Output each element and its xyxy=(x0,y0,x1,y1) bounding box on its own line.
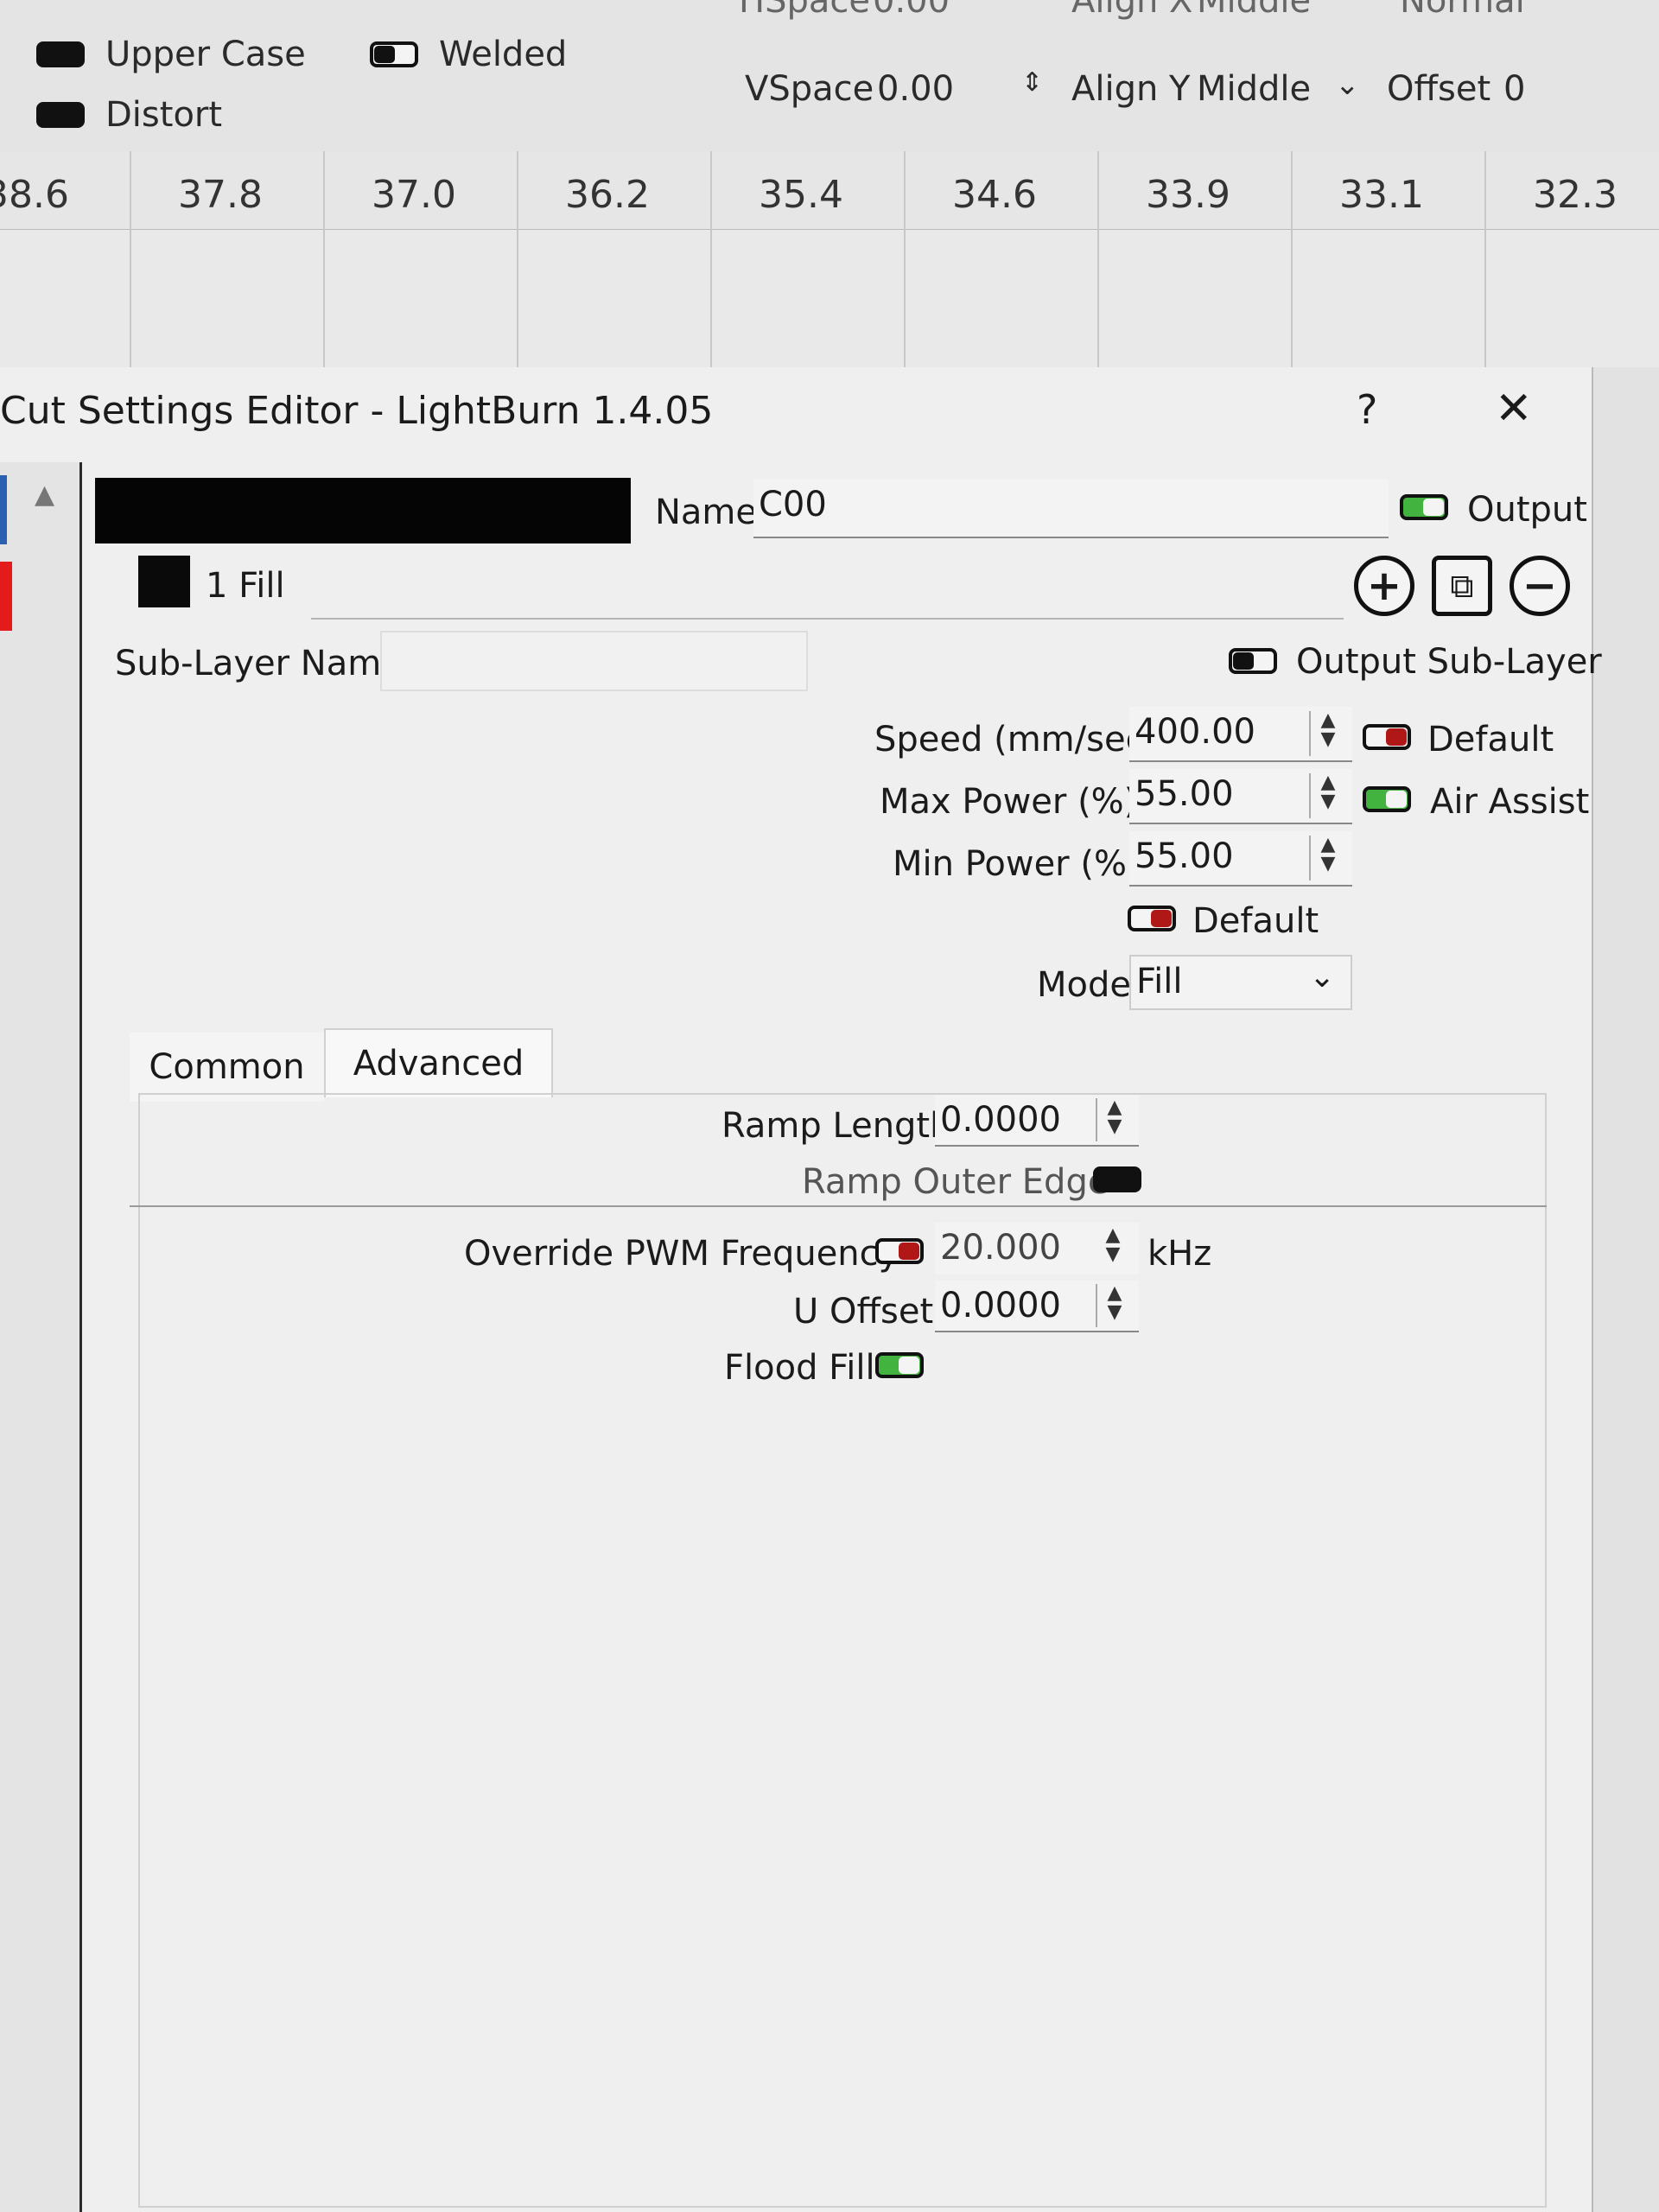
tab-advanced[interactable]: Advanced xyxy=(324,1028,553,1097)
power-default-toggle[interactable] xyxy=(1128,906,1176,931)
offset-value[interactable]: 0 xyxy=(1503,69,1525,109)
upper-case-label: Upper Case xyxy=(105,35,306,74)
chevron-down-icon[interactable]: ⌄ xyxy=(1335,67,1360,102)
grid-line xyxy=(517,151,518,367)
speed-label: Speed (mm/sec) xyxy=(874,720,1159,760)
speed-spinner-icon[interactable]: ▲ ▼ xyxy=(1309,711,1345,756)
section-divider xyxy=(130,1205,1547,1207)
align-y-label: Align Y xyxy=(1071,69,1191,109)
cut-settings-dialog: Cut Settings Editor - LightBurn 1.4.05 ?… xyxy=(0,367,1602,2212)
grid-line xyxy=(323,151,325,367)
ruler-tick-label: 33.1 xyxy=(1339,173,1424,217)
mode-label: Mode xyxy=(1037,965,1131,1005)
ruler-tick-label: 37.8 xyxy=(178,173,263,217)
min-power-spinner-icon[interactable]: ▲ ▼ xyxy=(1309,836,1345,880)
ruler-tick-label: 35.4 xyxy=(759,173,843,217)
normal-select[interactable]: Normal xyxy=(1400,0,1525,21)
sublayer-color-swatch[interactable] xyxy=(138,556,190,607)
offset-label: Offset xyxy=(1387,69,1491,109)
grid-line xyxy=(1291,151,1293,367)
flood-fill-toggle[interactable] xyxy=(875,1352,924,1378)
align-y-value[interactable]: Middle xyxy=(1197,69,1311,109)
align-x-value[interactable]: Middle xyxy=(1197,0,1311,21)
grid-line xyxy=(130,151,131,367)
welded-label: Welded xyxy=(439,35,568,74)
sublayer-name-input[interactable] xyxy=(380,631,808,691)
max-power-spinner-icon[interactable]: ▲ ▼ xyxy=(1309,773,1345,818)
pwm-unit: kHz xyxy=(1147,1234,1212,1274)
close-button[interactable]: ✕ xyxy=(1495,383,1533,435)
output-toggle[interactable] xyxy=(1400,494,1448,520)
hspace-label: HSpace xyxy=(739,0,870,21)
ruler-tick-label: 38.6 xyxy=(0,173,69,217)
ruler-tick-label: 32.3 xyxy=(1533,173,1618,217)
add-sublayer-button[interactable]: + xyxy=(1354,556,1414,616)
layer-list[interactable] xyxy=(0,462,82,2212)
ruler-tick-label: 36.2 xyxy=(565,173,650,217)
speed-default-toggle[interactable] xyxy=(1363,724,1411,750)
canvas-margin xyxy=(1593,367,1659,2212)
min-power-label: Min Power (%) xyxy=(893,844,1141,884)
text-toolbar: HSpace 0.00 Align X Middle Normal Upper … xyxy=(0,0,1659,151)
ruler-tick-label: 37.0 xyxy=(372,173,456,217)
layer-color-swatch[interactable] xyxy=(0,562,12,631)
speed-default-label: Default xyxy=(1427,720,1554,760)
ramp-outer-edge-toggle[interactable] xyxy=(1093,1166,1141,1192)
upper-case-toggle[interactable] xyxy=(36,41,85,67)
pwm-toggle[interactable] xyxy=(875,1238,924,1264)
grid-line xyxy=(1097,151,1099,367)
ramp-length-spinner-icon[interactable]: ▲ ▼ xyxy=(1096,1098,1132,1141)
u-offset-label: U Offset xyxy=(793,1292,934,1332)
pwm-spinner-icon[interactable]: ▲ ▼ xyxy=(1096,1226,1130,1269)
welded-toggle[interactable] xyxy=(370,41,418,67)
vspace-value[interactable]: 0.00 xyxy=(877,69,954,109)
output-sublayer-toggle[interactable] xyxy=(1229,648,1277,674)
sublayer-label[interactable]: 1 Fill xyxy=(206,566,285,606)
hspace-value[interactable]: 0.00 xyxy=(873,0,950,21)
vspace-label: VSpace xyxy=(745,69,874,109)
layer-selection-marker xyxy=(0,475,7,544)
ruler-tick-label: 34.6 xyxy=(952,173,1037,217)
u-offset-spinner-icon[interactable]: ▲ ▼ xyxy=(1096,1284,1132,1327)
air-assist-toggle[interactable] xyxy=(1363,786,1411,812)
align-x-label: Align X xyxy=(1071,0,1193,21)
name-input[interactable]: C00 xyxy=(753,480,1389,538)
name-label: Name xyxy=(655,493,758,532)
sublayer-divider xyxy=(311,618,1344,620)
chevron-down-icon[interactable]: ⌄ xyxy=(1309,959,1335,995)
grid-line xyxy=(1484,151,1486,367)
ruler-tick-label: 33.9 xyxy=(1146,173,1230,217)
grid-line xyxy=(904,151,906,367)
ramp-length-label: Ramp Length xyxy=(721,1106,952,1146)
power-default-label: Default xyxy=(1192,901,1319,941)
max-power-label: Max Power (%) xyxy=(880,782,1138,822)
remove-sublayer-button[interactable]: − xyxy=(1510,556,1570,616)
vspace-spinner-icon[interactable]: ⇕ xyxy=(1021,67,1043,98)
distort-toggle[interactable] xyxy=(36,102,85,128)
canvas-area[interactable] xyxy=(0,230,1659,368)
pwm-label: Override PWM Frequency xyxy=(464,1234,899,1274)
air-assist-label: Air Assist xyxy=(1430,782,1590,822)
dialog-title: Cut Settings Editor - LightBurn 1.4.05 xyxy=(0,389,714,433)
distort-label: Distort xyxy=(105,95,223,135)
tab-common[interactable]: Common xyxy=(130,1033,324,1102)
ramp-outer-edge-label: Ramp Outer Edge xyxy=(802,1162,1109,1202)
scroll-up-icon[interactable]: ▲ xyxy=(35,480,54,510)
copy-sublayer-icon[interactable]: ⧉ xyxy=(1432,556,1492,616)
output-sublayer-label: Output Sub-Layer xyxy=(1296,642,1602,682)
layer-color-bar[interactable] xyxy=(95,478,631,543)
flood-fill-label: Flood Fill xyxy=(724,1348,875,1388)
sublayer-name-label: Sub-Layer Name xyxy=(115,644,403,683)
grid-line xyxy=(710,151,712,367)
help-button[interactable]: ? xyxy=(1357,386,1377,433)
output-label: Output xyxy=(1467,490,1587,530)
